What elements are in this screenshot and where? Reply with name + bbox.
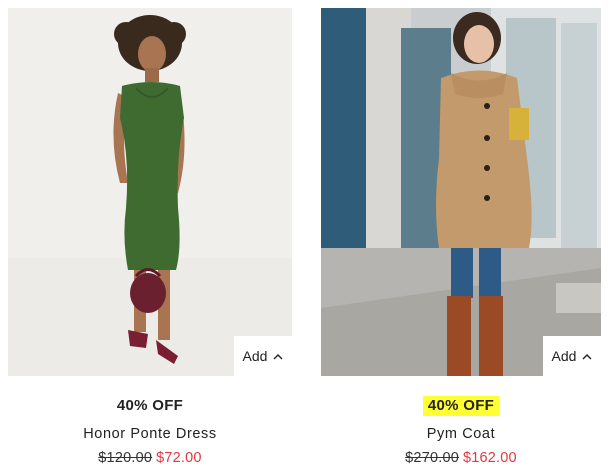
product-card-honor-ponte-dress[interactable]: Add 40% OFF Honor Ponte Dress $120.00 $72… bbox=[8, 8, 292, 466]
discount-badge: 40% OFF bbox=[422, 396, 500, 416]
sale-price: $162.00 bbox=[463, 450, 517, 466]
add-label: Add bbox=[551, 348, 577, 364]
product-image[interactable]: Add bbox=[8, 8, 292, 376]
add-button[interactable]: Add bbox=[234, 336, 292, 376]
sale-price: $72.00 bbox=[156, 450, 202, 466]
product-image-illustration bbox=[321, 8, 601, 376]
chevron-up-icon bbox=[273, 353, 283, 359]
original-price: $120.00 bbox=[98, 450, 153, 466]
product-name[interactable]: Honor Ponte Dress bbox=[8, 426, 292, 442]
product-image[interactable]: Add bbox=[321, 8, 601, 376]
add-label: Add bbox=[242, 348, 268, 364]
price-row: $120.00 $72.00 bbox=[8, 450, 292, 466]
product-image-illustration bbox=[8, 8, 292, 376]
product-name[interactable]: Pym Coat bbox=[321, 426, 601, 442]
original-price: $270.00 bbox=[405, 450, 459, 466]
chevron-up-icon bbox=[582, 353, 592, 359]
discount-badge: 40% OFF bbox=[116, 397, 184, 414]
add-button[interactable]: Add bbox=[543, 336, 601, 376]
price-row: $270.00 $162.00 bbox=[321, 450, 601, 466]
product-card-pym-coat[interactable]: Add 40% OFF Pym Coat $270.00 $162.00 bbox=[321, 8, 601, 466]
